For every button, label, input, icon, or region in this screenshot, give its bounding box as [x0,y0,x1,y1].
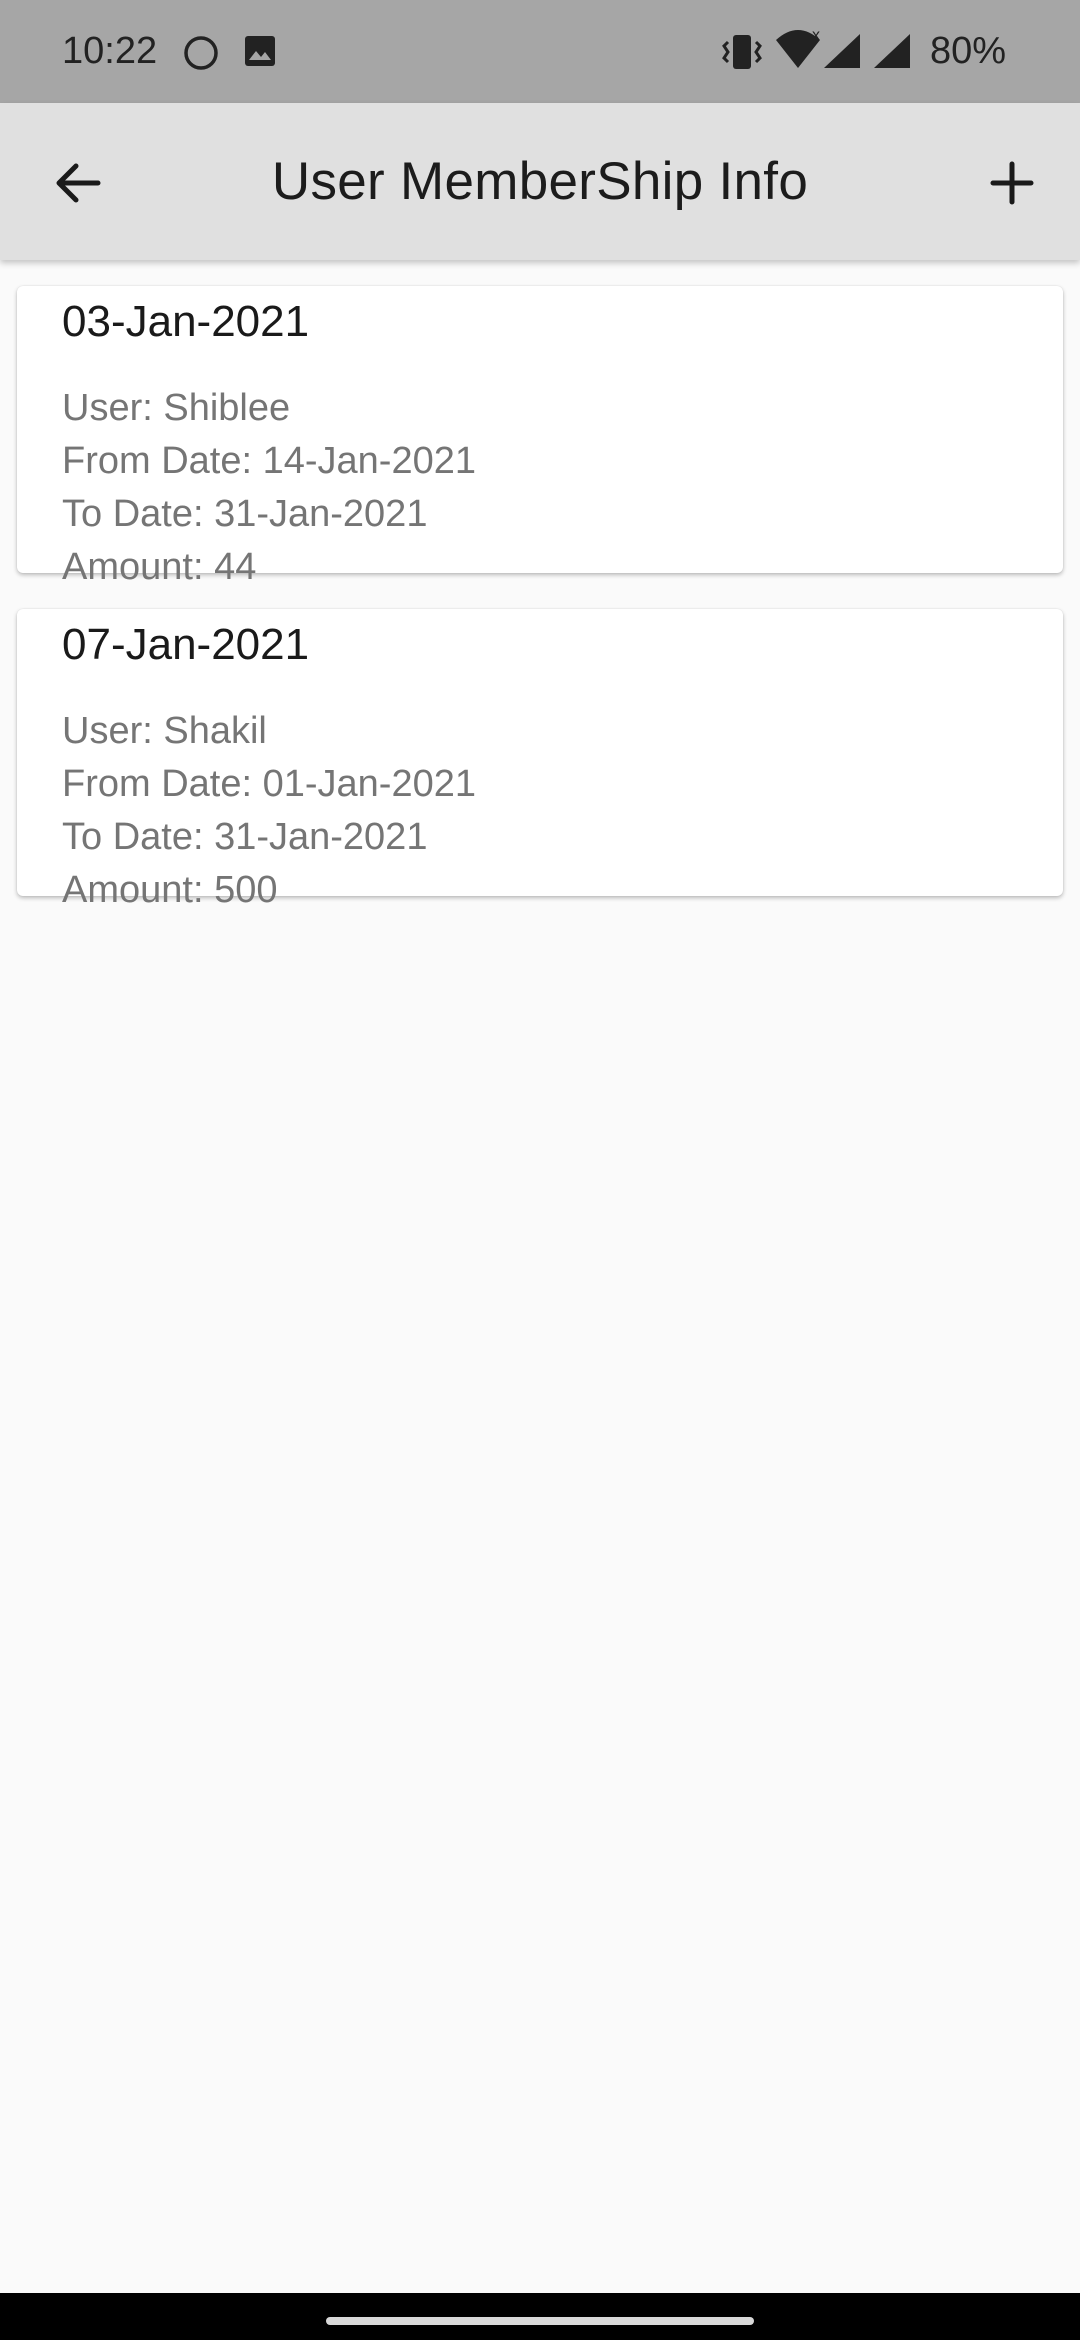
home-gesture-handle[interactable] [326,2317,754,2325]
back-button[interactable] [38,143,118,223]
add-membership-button[interactable] [972,143,1052,223]
vibrate-icon [722,35,762,69]
battery-level: 80% [930,30,1007,72]
svg-text:x: x [812,27,820,44]
arrow-back-icon [56,163,101,203]
signal-icon [824,34,860,68]
membership-card[interactable]: 07-Jan-2021 User: Shakil From Date: 01-J… [17,609,1063,911]
membership-to-date: To Date: 31-Jan-2021 [62,816,428,858]
membership-user: User: Shakil [62,710,267,752]
wifi-icon: x [776,27,820,68]
status-time: 10:22 [62,30,158,72]
membership-amount: Amount: 500 [62,869,278,911]
membership-user: User: Shiblee [62,387,291,429]
membership-from-date: From Date: 01-Jan-2021 [62,763,476,805]
plus-icon [990,161,1034,205]
membership-from-date: From Date: 14-Jan-2021 [62,440,476,482]
app-bar: User MemberShip Info [0,103,1080,260]
signal-icon-2 [874,34,910,68]
page-title: User MemberShip Info [271,152,809,211]
status-bar: 10:22 x 80% [0,0,1080,103]
circle-notification-icon [184,36,218,70]
image-notification-icon [245,36,275,66]
membership-date: 03-Jan-2021 [62,297,310,346]
membership-amount: Amount: 44 [62,546,257,588]
membership-date: 07-Jan-2021 [62,620,310,669]
membership-card[interactable]: 03-Jan-2021 User: Shiblee From Date: 14-… [17,286,1063,588]
navigation-bar [0,2293,1080,2340]
membership-to-date: To Date: 31-Jan-2021 [62,493,428,535]
